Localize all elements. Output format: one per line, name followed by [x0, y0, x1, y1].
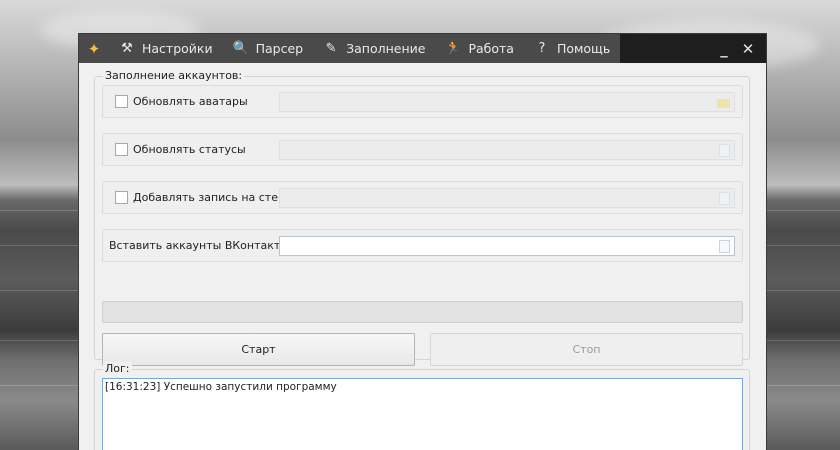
folder-icon[interactable] [717, 99, 730, 108]
menu-item-parser[interactable]: 🔍 Парсер [223, 34, 314, 63]
vk-accounts-label: Вставить аккаунты ВКонтакте [109, 239, 288, 252]
main-content: Заполнение аккаунтов: Обновлять аватары … [79, 63, 766, 450]
menu-item-label: Работа [468, 41, 514, 56]
stop-button[interactable]: Стоп [430, 333, 743, 366]
progress-bar [102, 301, 743, 323]
log-entry: [16:31:23] Успешно запустили программу [105, 381, 337, 393]
wall-post-checkbox[interactable] [115, 191, 128, 204]
log-title: Лог: [103, 362, 132, 375]
app-logo-icon: ✦ [79, 34, 109, 63]
runner-icon: 🏃 [445, 41, 462, 56]
vk-accounts-file-field[interactable] [279, 236, 735, 256]
avatars-folder-field[interactable] [279, 92, 735, 112]
title-bar[interactable]: ✦ ⚒ Настройки 🔍 Парсер ✎ Заполнение 🏃 Ра… [79, 34, 766, 63]
log-group: Лог: [16:31:23] Успешно запустили програ… [94, 362, 750, 450]
statuses-file-field[interactable] [279, 140, 735, 160]
update-statuses-row: Обновлять статусы [102, 133, 743, 166]
title-bar-drag-area[interactable] [620, 34, 712, 63]
update-avatars-label: Обновлять аватары [133, 95, 248, 108]
wall-post-file-field[interactable] [279, 188, 735, 208]
fill-icon: ✎ [325, 41, 337, 56]
log-textarea[interactable]: [16:31:23] Успешно запустили программу [102, 378, 743, 450]
accounts-fill-group: Заполнение аккаунтов: Обновлять аватары … [94, 69, 750, 366]
menu-item-label: Настройки [142, 41, 213, 56]
update-avatars-checkbox[interactable] [115, 95, 128, 108]
app-window: ✦ ⚒ Настройки 🔍 Парсер ✎ Заполнение 🏃 Ра… [78, 33, 767, 450]
file-icon[interactable] [719, 240, 730, 253]
update-statuses-checkbox[interactable] [115, 143, 128, 156]
group-title: Заполнение аккаунтов: [103, 69, 245, 82]
menu-item-label: Помощь [556, 41, 611, 56]
magnifier-icon: 🔍 [232, 41, 249, 56]
menu-item-help[interactable]: ? Помощь [524, 34, 620, 63]
menu-item-filling[interactable]: ✎ Заполнение [313, 34, 435, 63]
tools-icon: ⚒ [121, 41, 133, 56]
wall-post-label: Добавлять запись на стену [133, 191, 292, 204]
vk-accounts-row: Вставить аккаунты ВКонтакте [102, 229, 743, 262]
start-button[interactable]: Старт [102, 333, 415, 366]
file-icon[interactable] [719, 144, 730, 157]
menu-item-label: Парсер [255, 41, 304, 56]
wall-post-row: Добавлять запись на стену [102, 181, 743, 214]
menu-item-label: Заполнение [346, 41, 426, 56]
menu-item-work[interactable]: 🏃 Работа [435, 34, 524, 63]
update-avatars-row: Обновлять аватары [102, 85, 743, 118]
file-icon[interactable] [719, 192, 730, 205]
menu-bar: ⚒ Настройки 🔍 Парсер ✎ Заполнение 🏃 Рабо… [109, 34, 621, 63]
update-statuses-label: Обновлять статусы [133, 143, 246, 156]
menu-item-settings[interactable]: ⚒ Настройки [109, 34, 223, 63]
close-button[interactable]: ✕ [736, 34, 760, 63]
minimize-button[interactable]: _ [712, 34, 736, 63]
help-icon: ? [538, 41, 546, 56]
